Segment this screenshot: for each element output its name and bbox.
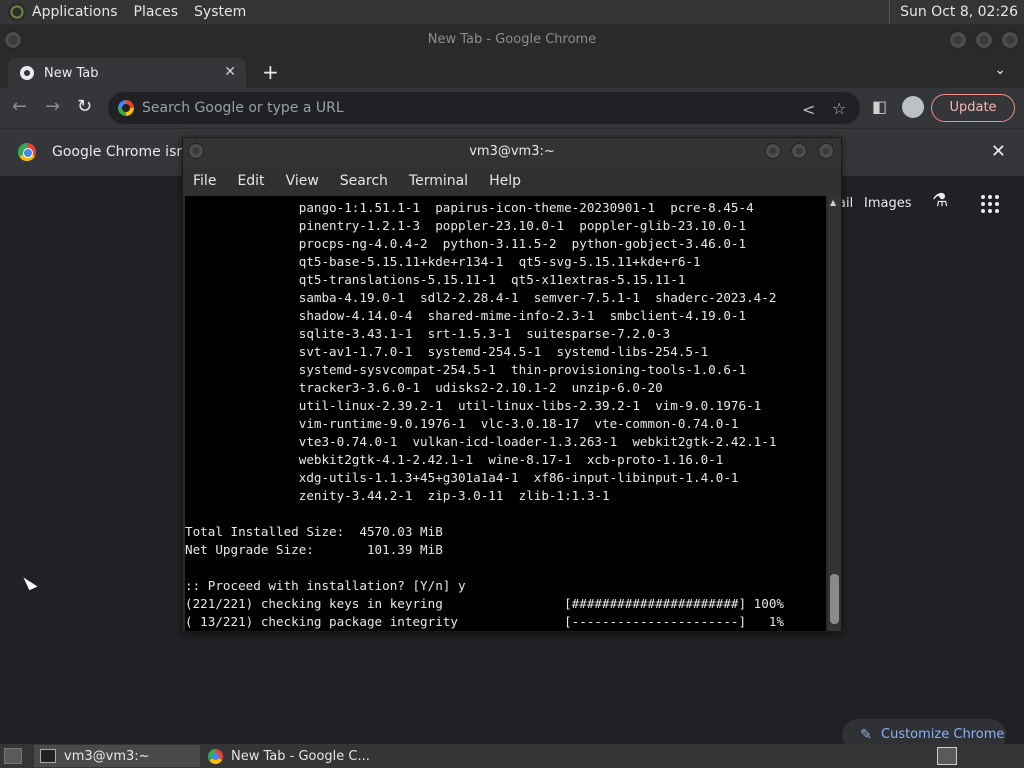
chrome-titlebar[interactable]: New Tab - Google Chrome — [0, 24, 1024, 56]
taskbar-item-label: New Tab - Google C... — [231, 748, 370, 764]
chrome-toolbar: ← → ↻ Search Google or type a URL < ☆ ◧ … — [0, 88, 1024, 128]
tab-search-chevron-icon[interactable]: ⌄ — [994, 62, 1006, 78]
menu-terminal[interactable]: Terminal — [409, 173, 468, 189]
minimize-button[interactable] — [949, 31, 967, 49]
google-apps-grid-icon[interactable] — [981, 195, 999, 213]
labs-flask-icon[interactable]: ⚗ — [932, 190, 948, 211]
taskbar-item-chrome[interactable]: New Tab - Google C... — [202, 745, 392, 767]
top-panel: Applications Places System Sun Oct 8, 02… — [0, 0, 1024, 24]
tab-strip: New Tab ✕ + ⌄ — [0, 56, 1024, 88]
menu-search[interactable]: Search — [340, 173, 388, 189]
terminal-output[interactable]: pango-1:1.51.1-1 papirus-icon-theme-2023… — [185, 196, 826, 631]
workspace-switcher[interactable] — [937, 747, 957, 765]
terminal-window-menu-button[interactable] — [188, 143, 204, 159]
reload-icon[interactable]: ↻ — [77, 96, 92, 117]
tab-close-icon[interactable]: ✕ — [224, 64, 236, 80]
terminal-scrollbar[interactable]: ▲ — [828, 196, 841, 631]
chrome-window-title: New Tab - Google Chrome — [427, 32, 597, 47]
desktop: Applications Places System Sun Oct 8, 02… — [0, 0, 1024, 768]
bottom-taskbar: vm3@vm3:~ New Tab - Google C... — [0, 744, 1024, 768]
tab-new-tab[interactable]: New Tab ✕ — [8, 58, 246, 88]
infobar-close-icon[interactable]: ✕ — [991, 141, 1006, 162]
google-g-icon — [118, 100, 134, 116]
system-menu[interactable]: System — [194, 4, 246, 20]
clock[interactable]: Sun Oct 8, 02:26 — [889, 0, 1024, 24]
infobar-text: Google Chrome isn't — [52, 144, 195, 160]
tab-title: New Tab — [44, 65, 99, 81]
menu-help[interactable]: Help — [489, 173, 521, 189]
omnibox-input[interactable]: Search Google or type a URL < ☆ — [108, 92, 860, 124]
taskbar-item-label: vm3@vm3:~ — [64, 748, 150, 764]
bookmark-star-icon[interactable]: ☆ — [832, 99, 846, 118]
taskbar-item-terminal[interactable]: vm3@vm3:~ — [34, 745, 200, 767]
terminal-close-button[interactable] — [818, 143, 834, 159]
scroll-up-arrow-icon[interactable]: ▲ — [830, 198, 836, 207]
terminal-icon — [40, 749, 56, 763]
maximize-button[interactable] — [975, 31, 993, 49]
window-menu-button[interactable] — [4, 31, 22, 49]
terminal-maximize-button[interactable] — [791, 143, 807, 159]
update-button[interactable]: Update — [931, 94, 1015, 122]
share-icon[interactable]: < — [802, 100, 815, 119]
terminal-titlebar[interactable]: vm3@vm3:~ — [183, 138, 841, 166]
terminal-text: pango-1:1.51.1-1 papirus-icon-theme-2023… — [185, 200, 784, 629]
terminal-window: vm3@vm3:~ File Edit View Search Terminal… — [182, 137, 842, 632]
chrome-logo-icon — [18, 143, 36, 161]
new-tab-plus-icon[interactable]: + — [262, 60, 279, 84]
applications-menu[interactable]: Applications — [32, 4, 118, 20]
places-menu[interactable]: Places — [134, 4, 179, 20]
chrome-icon — [208, 748, 223, 764]
forward-arrow-icon[interactable]: → — [45, 96, 60, 117]
chrome-favicon-icon — [20, 66, 34, 80]
side-panel-icon[interactable]: ◧ — [872, 97, 887, 116]
menu-file[interactable]: File — [193, 173, 216, 189]
images-link[interactable]: Images — [864, 196, 912, 211]
back-arrow-icon[interactable]: ← — [12, 96, 27, 117]
omnibox-placeholder: Search Google or type a URL — [142, 100, 344, 116]
profile-avatar[interactable] — [902, 96, 924, 118]
terminal-title: vm3@vm3:~ — [469, 144, 555, 159]
scrollbar-thumb[interactable] — [830, 574, 839, 624]
distro-logo-icon[interactable] — [8, 3, 26, 21]
customize-chrome-label: Customize Chrome — [881, 727, 1005, 742]
terminal-minimize-button[interactable] — [765, 143, 781, 159]
show-desktop-icon[interactable] — [4, 748, 22, 764]
menu-edit[interactable]: Edit — [237, 173, 264, 189]
terminal-menubar: File Edit View Search Terminal Help — [183, 166, 841, 196]
close-button[interactable] — [1001, 31, 1019, 49]
menu-view[interactable]: View — [286, 173, 319, 189]
